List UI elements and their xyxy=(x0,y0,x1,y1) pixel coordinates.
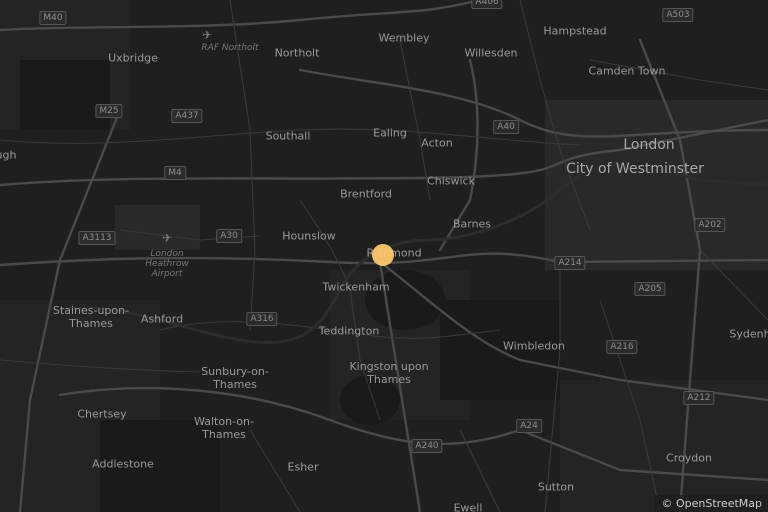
road-shield: A212 xyxy=(683,391,715,405)
place-label: RAF Northolt xyxy=(201,43,259,53)
place-label: Croydon xyxy=(666,451,712,465)
road-shield: M4 xyxy=(164,166,186,180)
place-label: Sutton xyxy=(537,480,575,494)
location-marker[interactable] xyxy=(372,244,394,266)
place-label: Brentford xyxy=(340,187,392,201)
road-shield: A503 xyxy=(662,8,694,22)
place-label: Hounslow xyxy=(282,229,336,243)
place-label: Sydenh xyxy=(729,327,768,341)
road-shield: A316 xyxy=(246,312,278,326)
place-label: Ashford xyxy=(140,312,184,326)
place-label: Willesden xyxy=(464,46,518,60)
road-shield: A216 xyxy=(606,340,638,354)
place-label: Walton-on-Thames xyxy=(194,415,254,441)
place-label: London Heathrow Airport xyxy=(145,249,189,279)
place-label: Wimbledon xyxy=(503,339,565,353)
place-label: Staines-upon-Thames xyxy=(52,304,130,330)
airport-icon: ✈ xyxy=(201,28,213,42)
road-shield: A3113 xyxy=(78,231,116,245)
road-shield: A24 xyxy=(516,419,542,433)
place-label: Uxbridge xyxy=(108,51,158,65)
place-label: Southall xyxy=(265,129,311,143)
place-label: Ewell xyxy=(453,501,483,512)
place-label: Sunbury-on-Thames xyxy=(201,365,269,391)
place-label: Barnes xyxy=(452,217,492,231)
road-shield: M25 xyxy=(95,104,123,118)
place-label: Addlestone xyxy=(92,457,154,471)
place-label: Kingston upon Thames xyxy=(349,360,429,386)
road-shield: A240 xyxy=(411,439,443,453)
map-canvas[interactable]: Wembley Willesden Hampstead Camden Town … xyxy=(0,0,768,512)
place-label: Chertsey xyxy=(77,407,127,421)
place-label: City of Westminster xyxy=(566,161,704,177)
road-shield: A406 xyxy=(471,0,503,9)
road-shield: A202 xyxy=(694,218,726,232)
road-shield: M40 xyxy=(39,11,67,25)
place-label: Hampstead xyxy=(543,24,607,38)
place-label: Ealing xyxy=(373,126,407,140)
place-label: Esher xyxy=(287,460,319,474)
place-label: Teddington xyxy=(318,324,380,338)
place-label: Acton xyxy=(421,136,453,150)
place-label: Twickenham xyxy=(322,280,390,294)
road-shield: A30 xyxy=(216,229,242,243)
attribution[interactable]: © OpenStreetMap xyxy=(655,495,768,512)
place-label: Chiswick xyxy=(427,174,475,188)
place-label: London xyxy=(623,137,675,153)
road-shield: A40 xyxy=(493,120,519,134)
road-shield: A205 xyxy=(634,282,666,296)
place-label: Northolt xyxy=(274,46,320,60)
road-shield: A214 xyxy=(554,256,586,270)
airport-icon: ✈ xyxy=(161,231,173,245)
place-label: ugh xyxy=(0,148,17,162)
road-shield: A437 xyxy=(171,109,203,123)
place-label: Wembley xyxy=(378,31,430,45)
place-label: Camden Town xyxy=(588,64,666,78)
